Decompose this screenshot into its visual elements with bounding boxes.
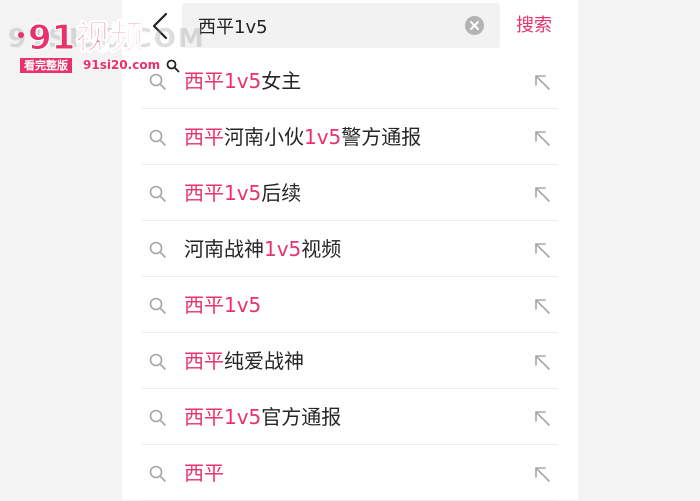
suggestion-item[interactable]: 河南战神1v5视频 (142, 221, 558, 277)
suggestion-text: 河南战神1v5视频 (184, 235, 341, 263)
fill-query-arrow-icon[interactable] (530, 406, 554, 430)
search-input[interactable] (198, 3, 458, 48)
search-button[interactable]: 搜索 (516, 11, 552, 37)
suggestion-text-part: 河南小伙 (224, 125, 304, 149)
suggestion-item[interactable]: 西平纯爱战神 (142, 333, 558, 389)
watermark-url: 91si20.com (83, 58, 161, 72)
suggestion-list: 西平1v5女主 西平河南小伙1v5警方通报 西平1v5后续 河南战神1v5视频 西平1v… (142, 53, 558, 501)
highlight-match: 1v5 (224, 293, 262, 317)
suggestion-item[interactable]: 西平1v5女主 (142, 53, 558, 109)
highlight-match: 1v5 (304, 125, 342, 149)
suggestion-item[interactable]: 西平1v5官方通报 (142, 389, 558, 445)
suggestion-item[interactable]: 西平1v5 (142, 277, 558, 333)
watermark-brand: 91视频 (27, 18, 144, 59)
suggestion-text-part: 女主 (261, 69, 302, 93)
highlight-match: 1v5 (224, 181, 262, 205)
fill-query-arrow-icon[interactable] (530, 70, 554, 94)
suggestion-text: 西平河南小伙1v5警方通报 (184, 123, 421, 151)
highlight-match: 1v5 (264, 237, 302, 261)
magnifier-icon (166, 58, 180, 77)
search-field[interactable] (182, 3, 500, 48)
highlight-match: 西平 (184, 293, 224, 317)
suggestion-text: 西平纯爱战神 (184, 347, 304, 375)
clear-button[interactable] (465, 16, 484, 35)
highlight-match: 西平 (184, 181, 224, 205)
suggestion-text-part: 后续 (261, 181, 302, 205)
search-icon (149, 409, 166, 426)
suggestion-text: 西平 (184, 459, 224, 487)
watermark-badge: 看完整版 (20, 58, 72, 73)
suggestion-text-part: 纯爱战神 (224, 349, 304, 373)
fill-query-arrow-icon[interactable] (530, 462, 554, 486)
highlight-match: 1v5 (224, 69, 262, 93)
suggestion-text-part: 河南战神 (184, 237, 264, 261)
search-icon (149, 129, 166, 146)
fill-query-arrow-icon[interactable] (530, 126, 554, 150)
highlight-match: 西平 (184, 405, 224, 429)
highlight-match: 西平 (184, 461, 224, 485)
search-icon (149, 185, 166, 202)
fill-query-arrow-icon[interactable] (530, 294, 554, 318)
search-icon (149, 465, 166, 482)
clear-icon (470, 21, 479, 30)
highlight-match: 1v5 (224, 405, 262, 429)
suggestion-text: 西平1v5女主 (184, 67, 301, 95)
suggestion-text: 西平1v5后续 (184, 179, 301, 207)
search-icon (149, 297, 166, 314)
suggestion-item[interactable]: 西平1v5后续 (142, 165, 558, 221)
suggestion-item[interactable]: 西平 (142, 445, 558, 501)
fill-query-arrow-icon[interactable] (530, 350, 554, 374)
suggestion-text-part: 官方通报 (261, 405, 342, 429)
search-icon (149, 353, 166, 370)
highlight-match: 西平 (184, 349, 224, 373)
suggestion-text-part: 视频 (301, 237, 342, 261)
highlight-match: 西平 (184, 125, 224, 149)
fill-query-arrow-icon[interactable] (530, 238, 554, 262)
logo-dot (18, 32, 24, 38)
suggestion-text-part: 警方通报 (341, 125, 422, 149)
suggestion-text: 西平1v5 (184, 291, 261, 319)
suggestion-text: 西平1v5官方通报 (184, 403, 341, 431)
suggestion-item[interactable]: 西平河南小伙1v5警方通报 (142, 109, 558, 165)
watermark-logo: 91SI20.COM 91视频 看完整版 91si20.com (8, 14, 204, 84)
fill-query-arrow-icon[interactable] (530, 182, 554, 206)
search-icon (149, 241, 166, 258)
